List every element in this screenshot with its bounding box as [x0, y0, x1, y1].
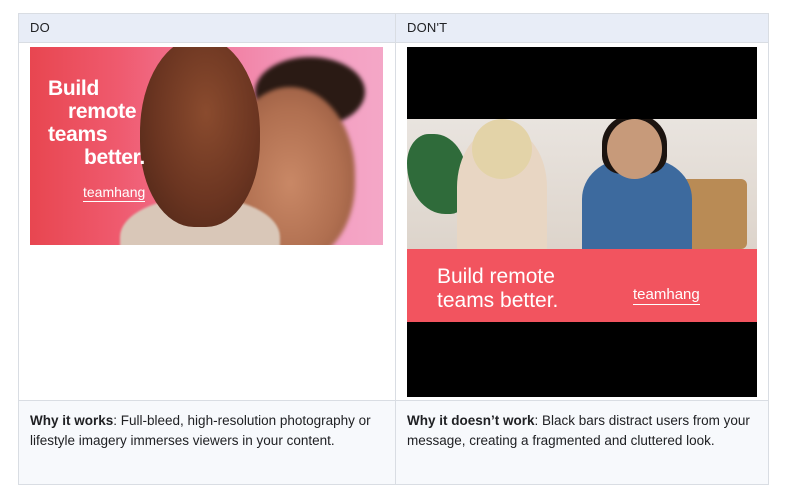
row-divider	[19, 400, 768, 401]
dont-headline-line: teams better.	[437, 289, 559, 312]
do-headline: Build remote teams better.	[48, 77, 145, 169]
table-header-row: DO DON'T	[19, 14, 768, 43]
dont-column-header: DON'T	[407, 20, 448, 35]
do-headline-line: remote	[68, 100, 137, 123]
do-headline-line: Build	[48, 77, 99, 100]
dont-headline-line: Build remote	[437, 265, 555, 288]
do-headline-line: teams	[48, 123, 108, 146]
do-example-image: Build remote teams better. teamhang	[30, 47, 383, 245]
dont-lifestyle-photo	[407, 119, 757, 249]
person-left-head	[472, 119, 532, 179]
do-caption-title: Why it works	[30, 413, 114, 428]
dont-caption-title: Why it doesn’t work	[407, 413, 535, 428]
do-headline-line: better.	[84, 146, 145, 169]
column-divider	[395, 14, 396, 484]
dont-headline: Build remote teams better.	[437, 265, 558, 313]
dont-brand-logo: teamhang	[633, 286, 700, 305]
dont-caption: Why it doesn’t work: Black bars distract…	[407, 411, 759, 451]
person-face-foreground	[140, 47, 260, 227]
do-dont-table: DO DON'T Build remote teams better. team…	[18, 13, 769, 485]
do-caption: Why it works: Full-bleed, high-resolutio…	[30, 411, 386, 451]
do-brand-logo: teamhang	[83, 184, 146, 202]
dont-example-image: Build remote teams better. teamhang	[407, 47, 757, 397]
dont-brand-banner: Build remote teams better. teamhang	[407, 249, 757, 322]
person-right-head	[607, 119, 662, 179]
do-column-header: DO	[30, 20, 50, 35]
